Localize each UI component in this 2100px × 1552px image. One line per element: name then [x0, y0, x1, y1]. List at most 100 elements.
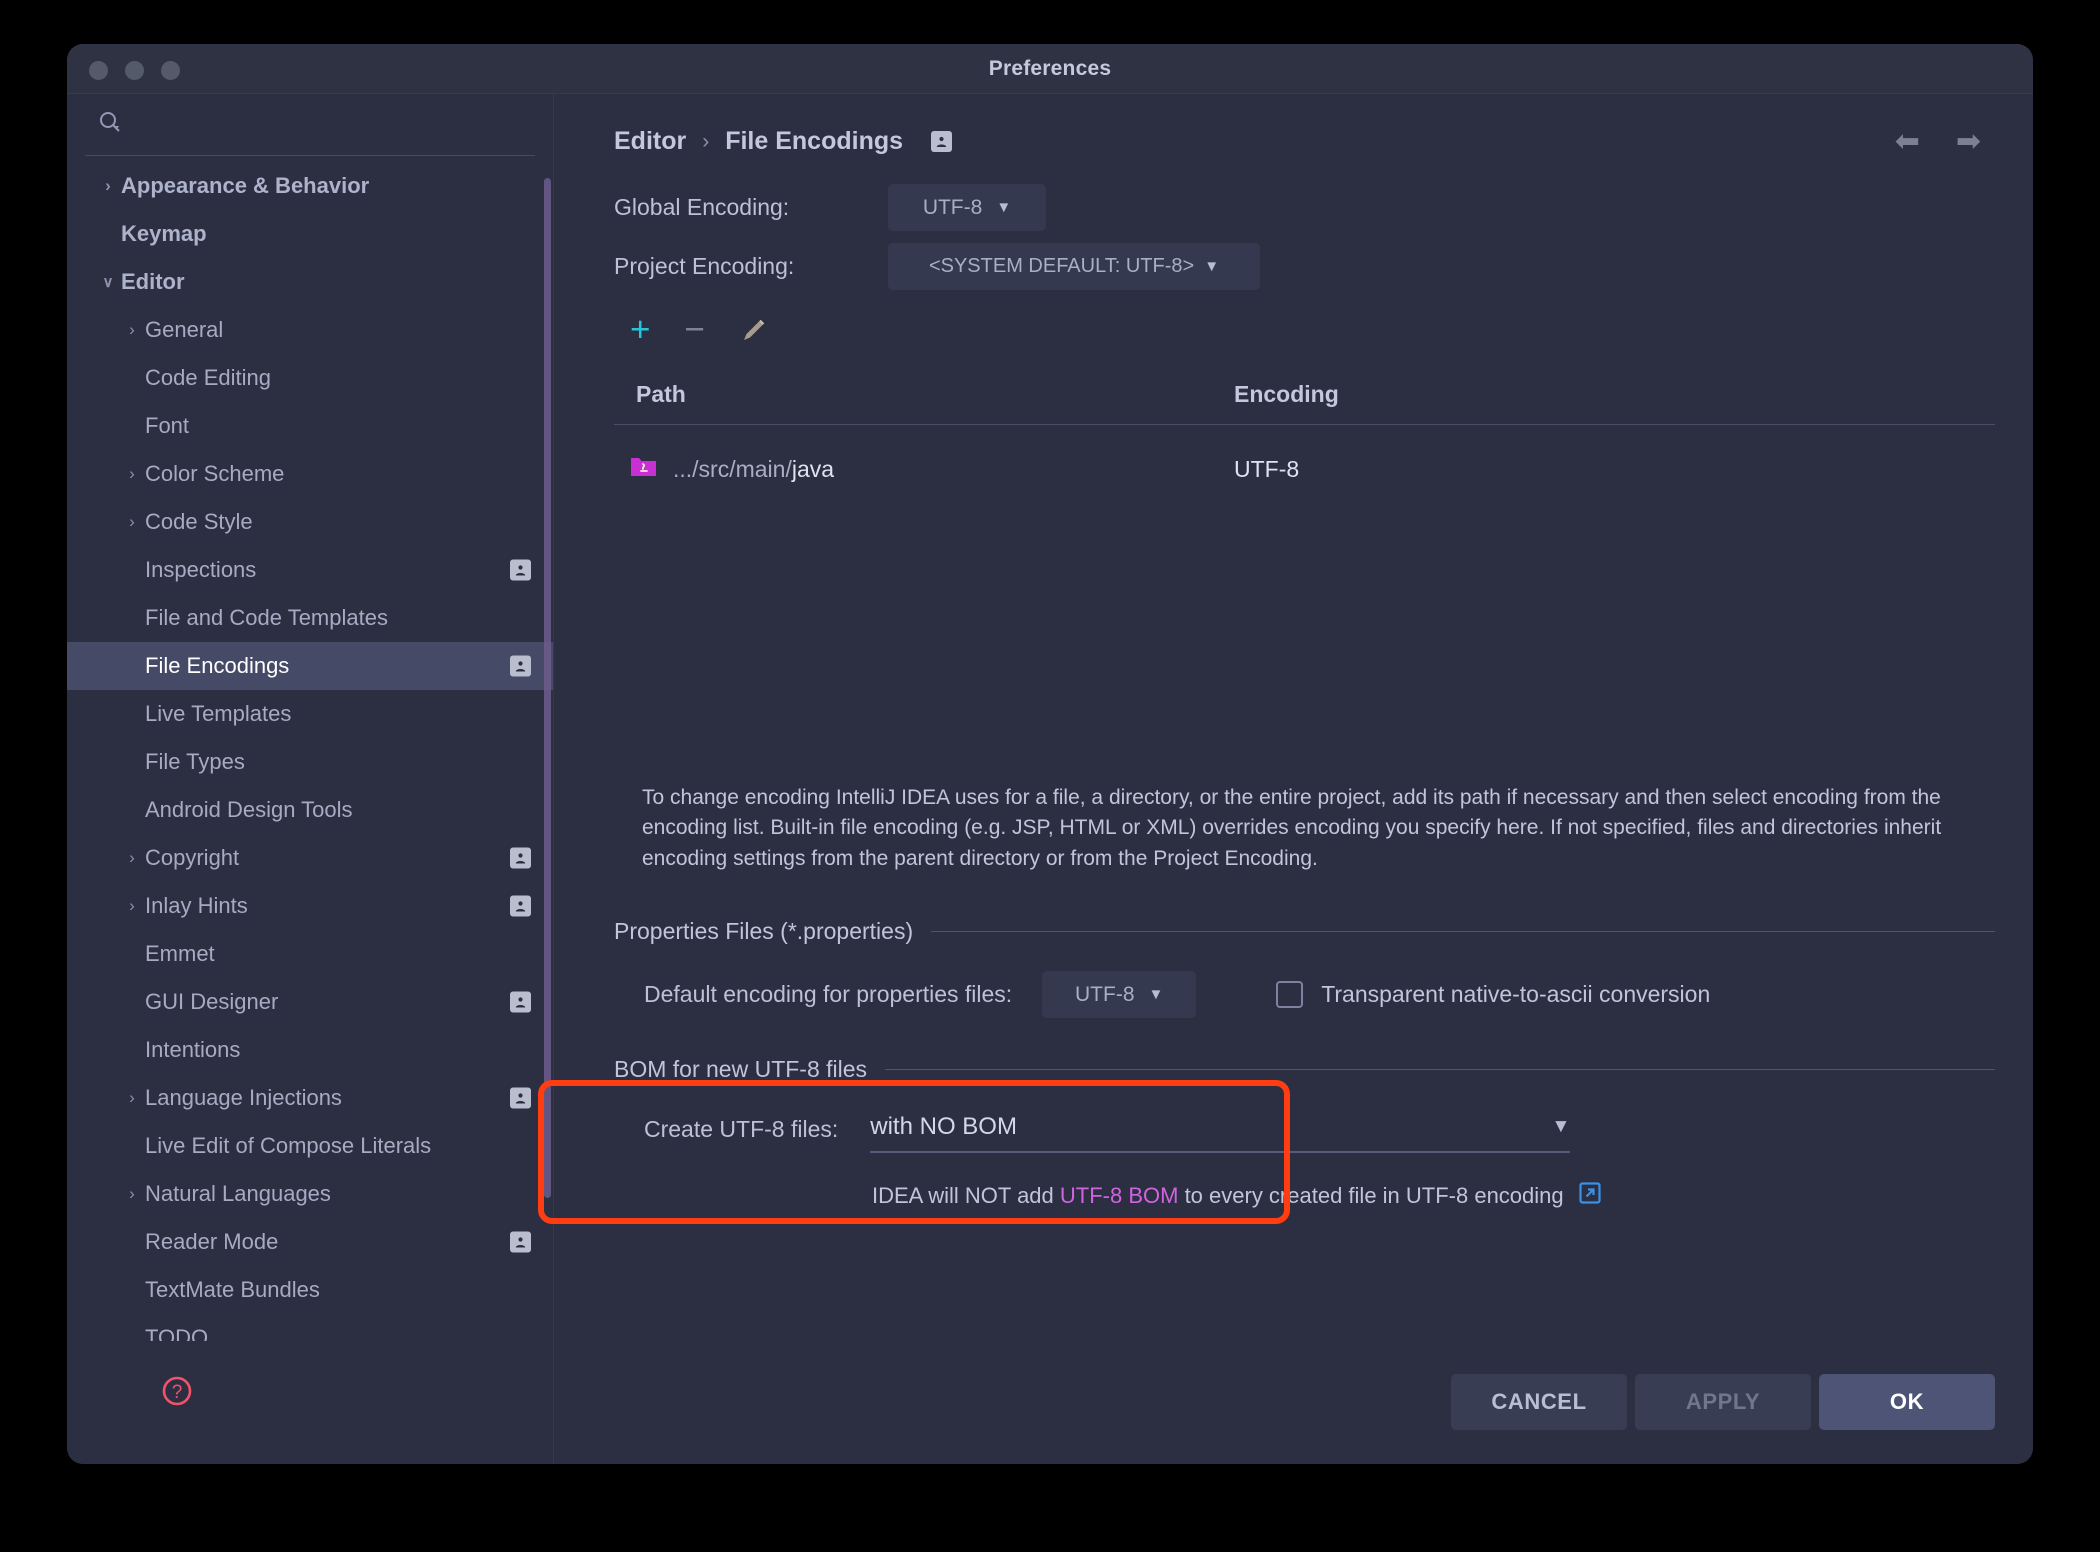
sidebar-item-textmate-bundles[interactable]: ›TextMate Bundles — [67, 1266, 553, 1314]
sidebar-item-copyright[interactable]: › Copyright — [67, 834, 553, 882]
global-encoding-select[interactable]: UTF-8 ▼ — [888, 184, 1046, 231]
sidebar-item-label: Keymap — [121, 221, 207, 246]
sidebar-item-label: File and Code Templates — [145, 605, 388, 630]
properties-files-section: Properties Files (*.properties) Default … — [614, 918, 1995, 1019]
window-title: Preferences — [988, 57, 1112, 80]
create-utf8-value: with NO BOM — [870, 1113, 1017, 1141]
table-row[interactable]: .../src/main/java UTF-8 — [614, 441, 1995, 497]
sidebar-item-file-types[interactable]: ›File Types — [67, 738, 553, 786]
sidebar-item-natural-languages[interactable]: › Natural Languages — [67, 1170, 553, 1218]
sidebar-scrollbar[interactable] — [544, 178, 551, 1198]
project-encoding-value: <SYSTEM DEFAULT: UTF-8> — [928, 255, 1195, 277]
help-button[interactable]: ? — [159, 1373, 195, 1414]
search-input[interactable] — [137, 112, 467, 137]
chevron-down-icon: ▼ — [1148, 986, 1164, 1004]
sidebar-item-live-templates[interactable]: ›Live Templates — [67, 690, 553, 738]
forward-arrow-icon[interactable]: ➡ — [1956, 127, 1981, 157]
breadcrumb: Editor › File Encodings — [614, 127, 1995, 156]
sidebar-item-file-and-code-templates[interactable]: ›File and Code Templates — [67, 594, 553, 642]
chevron-right-icon[interactable]: › — [119, 512, 145, 532]
project-encoding-select[interactable]: <SYSTEM DEFAULT: UTF-8> ▼ — [888, 243, 1260, 290]
create-utf8-select[interactable]: with NO BOM ▼ — [870, 1113, 1571, 1154]
sidebar-item-font[interactable]: ›Font — [67, 402, 553, 450]
sidebar-item-android-design-tools[interactable]: ›Android Design Tools — [67, 786, 553, 834]
sidebar-item-label: Emmet — [145, 941, 215, 966]
back-arrow-icon[interactable]: ⬅ — [1895, 127, 1920, 157]
project-encoding-label: Project Encoding: — [614, 253, 795, 279]
bom-section-title: BOM for new UTF-8 files — [614, 1056, 868, 1083]
row-encoding: UTF-8 — [1234, 455, 1300, 482]
sidebar-item-gui-designer[interactable]: ›GUI Designer — [67, 978, 553, 1026]
search-icon — [97, 109, 123, 140]
apply-button[interactable]: APPLY — [1635, 1374, 1811, 1430]
sidebar-item-inspections[interactable]: ›Inspections — [67, 546, 553, 594]
create-utf8-row: Create UTF-8 files: with NO BOM ▼ — [644, 1113, 1995, 1154]
project-encoding-row: Project Encoding: <SYSTEM DEFAULT: UTF-8… — [614, 243, 1995, 290]
dialog-buttons: CANCEL APPLY OK — [1451, 1374, 1995, 1430]
create-utf8-label: Create UTF-8 files: — [644, 1116, 839, 1143]
sidebar-item-editor[interactable]: ∨ Editor — [67, 258, 553, 306]
sidebar-item-reader-mode[interactable]: ›Reader Mode — [67, 1218, 553, 1266]
add-path-button[interactable]: + — [630, 312, 650, 347]
project-scope-icon — [510, 991, 531, 1013]
global-encoding-label: Global Encoding: — [614, 194, 790, 220]
chevron-right-icon[interactable]: › — [119, 1184, 145, 1204]
navigation-arrows[interactable]: ⬅ ➡ — [1895, 127, 1981, 157]
external-link-icon[interactable] — [1578, 1181, 1602, 1211]
sidebar-item-code-style[interactable]: › Code Style — [67, 498, 553, 546]
sidebar-item-label: Copyright — [145, 845, 240, 870]
sidebar-item-live-edit-of-compose-literals[interactable]: ›Live Edit of Compose Literals — [67, 1122, 553, 1170]
sidebar-item-label: Android Design Tools — [145, 797, 353, 822]
sidebar-item-label: Inlay Hints — [145, 893, 248, 918]
sidebar-item-file-encodings[interactable]: ›File Encodings — [67, 642, 553, 690]
row-path: .../src/main/java — [673, 455, 835, 482]
chevron-right-icon[interactable]: › — [119, 896, 145, 916]
project-scope-icon — [510, 1087, 531, 1109]
properties-encoding-select[interactable]: UTF-8 ▼ — [1042, 971, 1197, 1019]
chevron-right-icon[interactable]: › — [119, 320, 145, 340]
breadcrumb-root[interactable]: Editor — [614, 127, 686, 156]
column-header-encoding: Encoding — [1234, 381, 1339, 407]
sidebar-item-todo[interactable]: ›TODO — [67, 1314, 553, 1341]
chevron-down-icon[interactable]: ∨ — [95, 273, 121, 291]
settings-tree[interactable]: ›Appearance & Behavior›Keymap∨Editor›Gen… — [67, 156, 553, 1341]
sidebar-item-general[interactable]: › General — [67, 306, 553, 354]
sidebar-item-label: Editor — [121, 269, 185, 294]
sidebar-item-label: Appearance & Behavior — [121, 173, 370, 198]
sidebar-item-label: Font — [145, 413, 190, 438]
project-scope-icon — [510, 655, 531, 677]
chevron-right-icon[interactable]: › — [119, 848, 145, 868]
chevron-right-icon[interactable]: › — [119, 1088, 145, 1108]
chevron-right-icon[interactable]: › — [119, 464, 145, 484]
sidebar-item-appearance-behavior[interactable]: › Appearance & Behavior — [67, 162, 553, 210]
sidebar-item-label: TODO — [145, 1325, 209, 1341]
chevron-down-icon: ▼ — [996, 199, 1012, 216]
encodings-table: Path Encoding .../src/main/java UTF-8 — [614, 381, 1995, 497]
sidebar-item-label: Live Templates — [145, 701, 292, 726]
global-encoding-row: Global Encoding: UTF-8 ▼ — [614, 184, 1995, 231]
sidebar-item-keymap[interactable]: ›Keymap — [67, 210, 553, 258]
chevron-right-icon[interactable]: › — [95, 176, 121, 196]
search-row[interactable] — [85, 94, 535, 156]
sidebar-item-emmet[interactable]: ›Emmet — [67, 930, 553, 978]
cancel-button[interactable]: CANCEL — [1451, 1374, 1627, 1430]
chevron-down-icon: ▼ — [1204, 258, 1220, 275]
ok-button[interactable]: OK — [1819, 1374, 1995, 1430]
settings-sidebar: ›Appearance & Behavior›Keymap∨Editor›Gen… — [67, 94, 554, 1464]
description-text: To change encoding IntelliJ IDEA uses fo… — [642, 786, 1942, 870]
section-divider — [931, 931, 1995, 933]
transparent-conversion-checkbox[interactable] — [1276, 981, 1304, 1009]
remove-path-button[interactable]: − — [684, 312, 704, 347]
preferences-window: Preferences ›Appearance & Behavior›Keyma… — [67, 44, 2033, 1464]
title-bar: Preferences — [67, 44, 2033, 94]
sidebar-item-language-injections[interactable]: › Language Injections — [67, 1074, 553, 1122]
sidebar-item-intentions[interactable]: ›Intentions — [67, 1026, 553, 1074]
edit-path-button[interactable] — [739, 315, 769, 345]
sidebar-item-label: Inspections — [145, 557, 257, 582]
sidebar-item-label: Live Edit of Compose Literals — [145, 1133, 432, 1158]
sidebar-item-inlay-hints[interactable]: › Inlay Hints — [67, 882, 553, 930]
sidebar-item-color-scheme[interactable]: › Color Scheme — [67, 450, 553, 498]
section-divider — [885, 1069, 1995, 1071]
sidebar-item-label: General — [145, 317, 224, 342]
sidebar-item-code-editing[interactable]: ›Code Editing — [67, 354, 553, 402]
